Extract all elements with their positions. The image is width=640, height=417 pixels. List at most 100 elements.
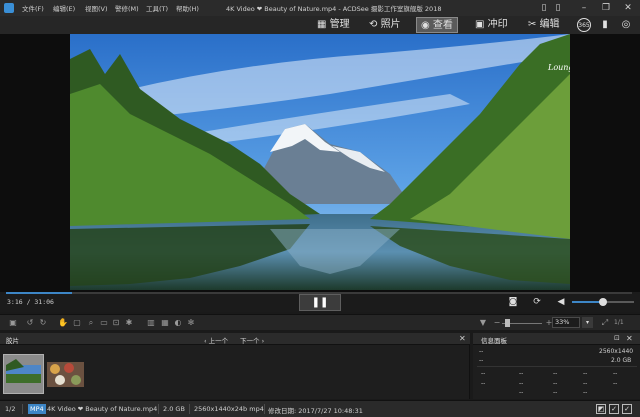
layout-left-icon[interactable]: ▯ xyxy=(538,2,550,14)
next-label: 下一个 xyxy=(240,337,260,345)
rotate-right-icon[interactable]: ↻ xyxy=(38,318,48,328)
thumbnail-photo[interactable] xyxy=(47,362,84,387)
snapshot-icon[interactable]: ◙ xyxy=(506,296,520,308)
divider xyxy=(158,404,159,414)
zoom-handle[interactable] xyxy=(505,319,510,327)
menu-help[interactable]: 帮助(H) xyxy=(176,3,199,13)
info-cell: -- xyxy=(553,370,558,377)
viewer-toolbar: ▣ ↺ ↻ ✋ ▢ ⌕ ▭ ⊡ ✱ ▥ ▦ ◐ ✻ ▼ − + 33% ▾ ⤢ … xyxy=(0,314,640,330)
crop-icon[interactable]: ⊡ xyxy=(111,318,121,328)
zoom-icon[interactable]: ⌕ xyxy=(86,318,96,328)
filmstrip-tab[interactable]: 胶片 xyxy=(6,335,19,345)
filmstrip-close-icon[interactable]: ✕ xyxy=(459,334,466,343)
actual-size-icon[interactable]: ⤢ xyxy=(600,318,610,328)
mode-manage-button[interactable]: ▦ 管理 xyxy=(313,17,354,33)
watermark-text: LoungeV.com xyxy=(548,63,570,72)
file-name: 4K Video ❤ Beauty of Nature.mp4 xyxy=(47,405,158,413)
pause-button[interactable]: ❚❚ xyxy=(299,294,341,311)
grid-view-icon[interactable]: ▦ xyxy=(160,318,170,328)
info-cell: -- xyxy=(613,380,618,387)
grid-icon: ▦ xyxy=(317,19,330,30)
hand-icon[interactable]: ✋ xyxy=(58,318,68,328)
info-tab[interactable]: 信息面板 xyxy=(481,335,507,345)
info-close-icon[interactable]: ✕ xyxy=(626,334,633,343)
color-icon[interactable]: ◐ xyxy=(173,318,183,328)
close-icon[interactable]: ✕ xyxy=(622,2,634,14)
rotate-left-icon[interactable]: ↺ xyxy=(25,318,35,328)
menu-view[interactable]: 视图(V) xyxy=(85,3,108,13)
fit-screen-icon[interactable]: ◩ xyxy=(596,404,606,414)
menu-file[interactable]: 文件(F) xyxy=(22,3,44,13)
info-filesize: 2.0 GB xyxy=(611,357,632,364)
mode-view-label: 查看 xyxy=(432,20,453,31)
info-cell: -- xyxy=(583,380,588,387)
zoom-level-field[interactable]: 33% xyxy=(552,317,580,328)
mode-develop-label: 冲印 xyxy=(487,19,508,30)
info-cell: -- xyxy=(553,389,558,396)
fit-icon[interactable]: ▭ xyxy=(99,318,109,328)
effect-icon[interactable]: ✻ xyxy=(186,318,196,328)
histogram-icon[interactable]: ▮ xyxy=(598,18,612,32)
app-logo-icon[interactable] xyxy=(4,3,14,13)
zoom-dropdown-icon[interactable]: ▾ xyxy=(582,317,593,328)
compare-icon[interactable]: ▥ xyxy=(146,318,156,328)
restore-icon[interactable]: ❐ xyxy=(600,2,612,14)
filter-down-icon[interactable]: ▼ xyxy=(478,318,488,328)
layout-right-icon[interactable]: ▯ xyxy=(552,2,564,14)
mode-view-button[interactable]: ◉ 查看 xyxy=(416,17,458,33)
time-readout: 3:16 / 31:06 xyxy=(7,298,54,306)
eye-icon: ◉ xyxy=(421,20,433,31)
mode-photos-label: 照片 xyxy=(380,19,401,30)
select-icon[interactable]: ▢ xyxy=(72,318,82,328)
mode-edit-label: 编辑 xyxy=(539,19,560,30)
pin-icon[interactable]: ⊡ xyxy=(614,334,620,342)
title-bar: 文件(F) 编辑(E) 视图(V) 警修(M) 工具(T) 帮助(H) 4K V… xyxy=(0,0,640,16)
mode-manage-label: 管理 xyxy=(329,19,350,30)
previous-label: 上一个 xyxy=(208,337,229,345)
info-label: -- xyxy=(479,348,484,355)
info-cell: -- xyxy=(481,380,486,387)
save-icon[interactable]: ▣ xyxy=(8,318,18,328)
mode-photos-button[interactable]: ⟲ 照片 xyxy=(365,17,405,33)
volume-icon[interactable]: ◀ xyxy=(554,296,568,308)
develop-icon: ▣ xyxy=(475,19,488,30)
seek-progress[interactable] xyxy=(6,292,72,294)
info-cell: -- xyxy=(481,370,486,377)
info-cell: -- xyxy=(553,380,558,387)
zoom-out-icon[interactable]: − xyxy=(492,318,502,328)
file-position: 1/2 xyxy=(5,405,16,413)
mode-develop-button[interactable]: ▣ 冲印 xyxy=(471,17,512,33)
menu-edit[interactable]: 编辑(E) xyxy=(53,3,75,13)
video-frame[interactable]: LoungeV.com xyxy=(70,34,570,290)
360-icon[interactable]: 365 xyxy=(577,18,591,32)
volume-handle[interactable] xyxy=(599,298,607,306)
info-cell: -- xyxy=(583,370,588,377)
checkbox-icon[interactable]: ✓ xyxy=(609,404,619,414)
edit-icon: ✂ xyxy=(528,19,540,30)
tag-icon[interactable]: ✓ xyxy=(622,404,632,414)
next-button[interactable]: 下一个 › xyxy=(240,335,264,345)
menu-modify[interactable]: 警修(M) xyxy=(115,3,139,13)
loop-icon[interactable]: ⟳ xyxy=(530,296,544,308)
format-badge: MP4 xyxy=(28,404,46,414)
file-dimensions: 2560x1440x24b mp4 xyxy=(194,405,264,413)
filmstrip-panel: 胶片 ‹ 上一个 下一个 › ✕ xyxy=(0,333,470,399)
mode-bar: ▦ 管理 ⟲ 照片 ◉ 查看 ▣ 冲印 ✂ 编辑 365 ▮ ◎ xyxy=(0,16,640,34)
thumbnail-video[interactable] xyxy=(3,354,44,394)
previous-button[interactable]: ‹ 上一个 xyxy=(204,335,228,345)
media-viewer[interactable]: LoungeV.com xyxy=(0,34,640,292)
settings-icon[interactable]: ✱ xyxy=(124,318,134,328)
info-panel: 信息面板 ⊡ ✕ -- 2560x1440 -- 2.0 GB -- -- --… xyxy=(473,333,640,399)
mode-edit-button[interactable]: ✂ 编辑 xyxy=(524,17,564,33)
minimize-icon[interactable]: – xyxy=(578,2,590,14)
info-cell: -- xyxy=(613,370,618,377)
filmstrip-header: 胶片 ‹ 上一个 下一个 › ✕ xyxy=(0,333,470,345)
menu-tools[interactable]: 工具(T) xyxy=(146,3,168,13)
info-label: -- xyxy=(479,357,484,364)
info-cell: -- xyxy=(519,389,524,396)
chevron-right-icon: › xyxy=(259,337,265,345)
eye-slash-icon[interactable]: ◎ xyxy=(619,18,633,32)
window-title: 4K Video ❤ Beauty of Nature.mp4 - ACDSee… xyxy=(226,5,442,13)
page-indicator: 1/1 xyxy=(614,319,624,326)
thumbnail-image xyxy=(6,359,41,383)
